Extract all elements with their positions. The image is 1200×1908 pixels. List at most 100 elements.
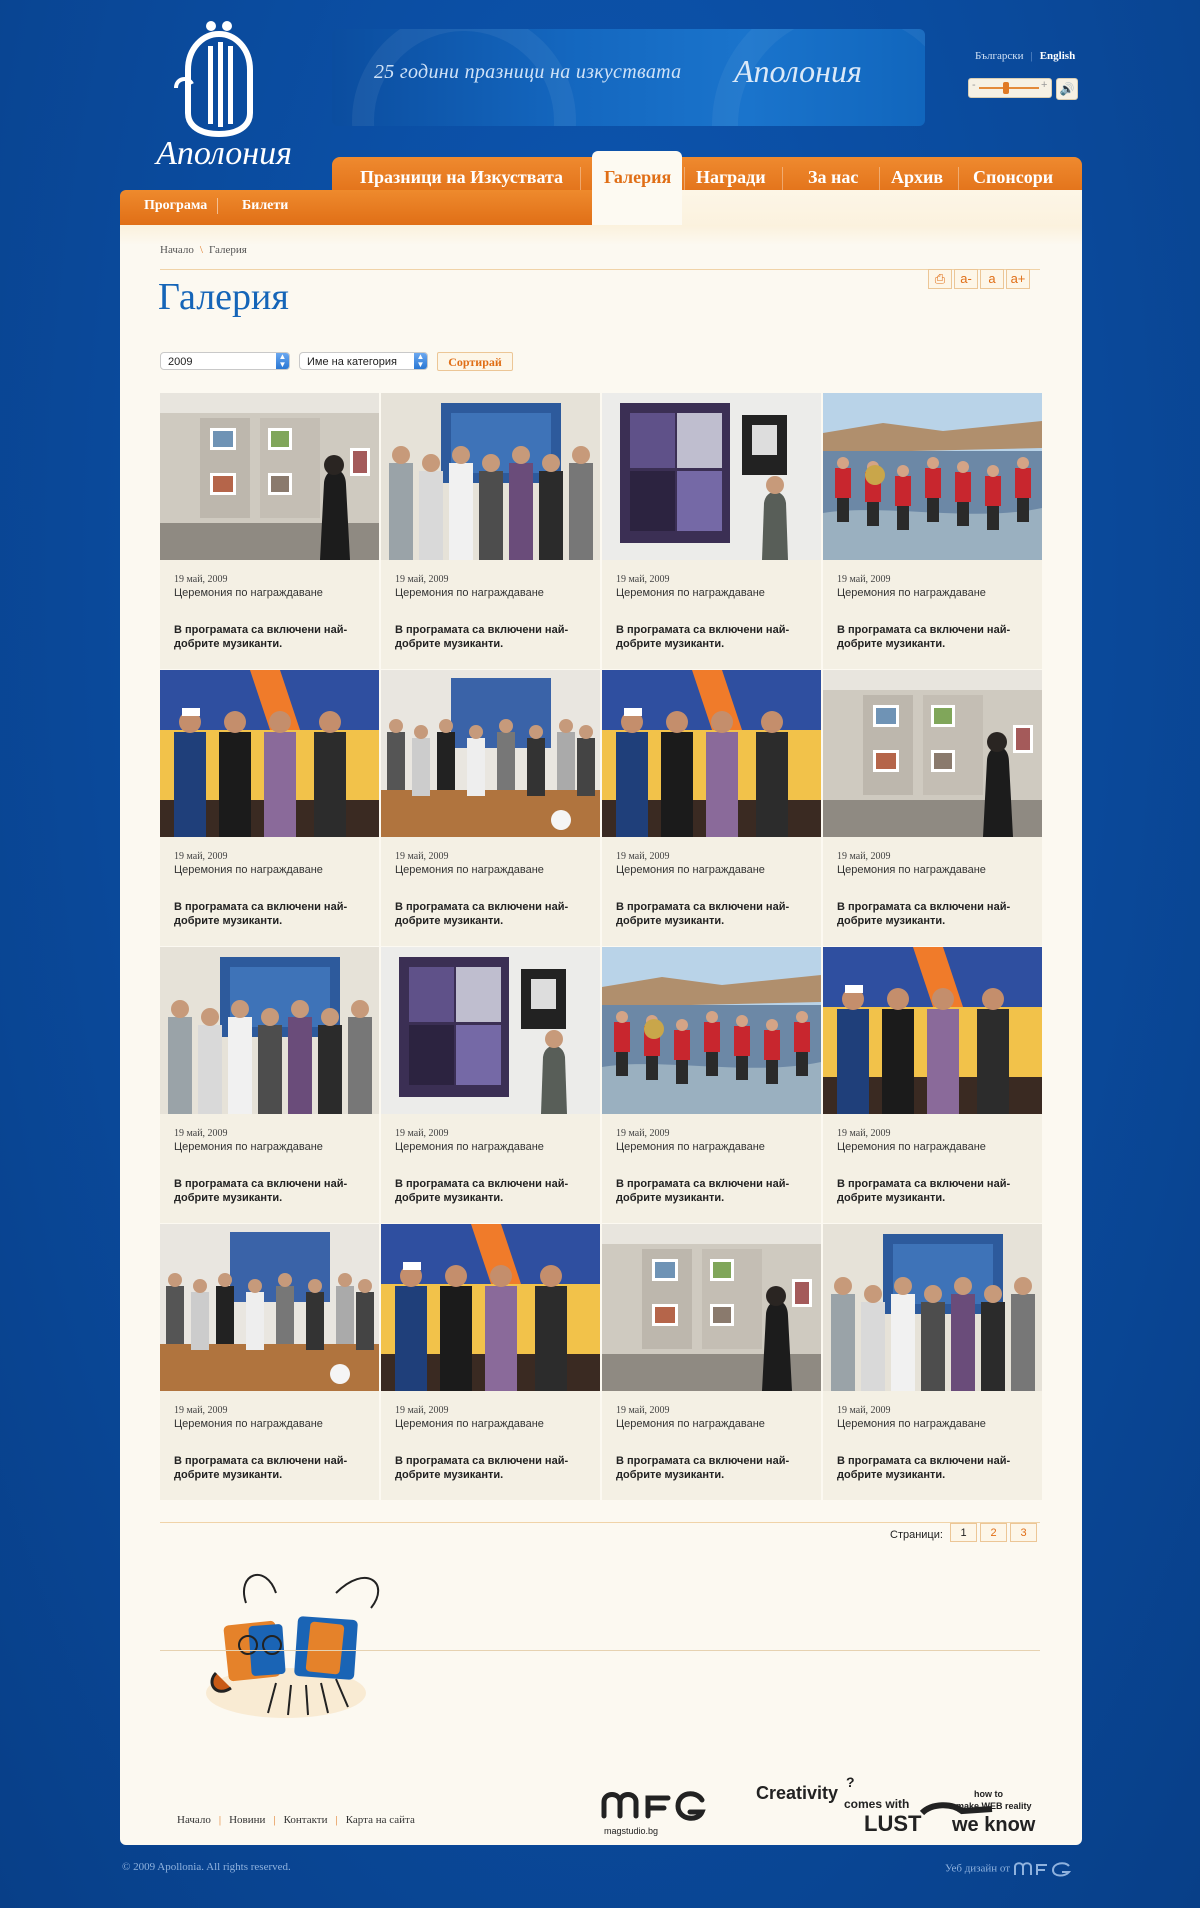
gallery-category[interactable]: Церемония по награждаване [616, 864, 765, 876]
gallery-category[interactable]: Церемония по награждаване [837, 864, 986, 876]
gallery-category[interactable]: Церемония по награждаване [174, 587, 323, 599]
gallery-card[interactable]: 19 май, 2009 Церемония по награждаване В п… [823, 947, 1042, 1223]
gallery-category[interactable]: Церемония по награждаване [837, 1418, 986, 1430]
gallery-card[interactable]: 19 май, 2009 Церемония по награждаване В п… [602, 1224, 821, 1500]
gallery-photo[interactable] [381, 393, 600, 560]
gallery-card[interactable]: 19 май, 2009 Церемония по награждаване В п… [823, 670, 1042, 946]
volume-control: - + 🔊 [968, 78, 1078, 100]
subnav-item-program[interactable]: Програма [144, 198, 207, 214]
gallery-card[interactable]: 19 май, 2009 Церемония по награждаване В п… [381, 947, 600, 1223]
nav-item-gallery[interactable]: Галерия [592, 151, 682, 226]
gallery-description: В програмата са включени най-добрите муз… [837, 901, 1011, 927]
font-larger-button[interactable]: a+ [1006, 269, 1030, 289]
gallery-photo[interactable] [823, 947, 1042, 1114]
footer-link-news[interactable]: Новини [221, 1814, 273, 1826]
gallery-card[interactable]: 19 май, 2009 Церемония по награждаване В п… [381, 670, 600, 946]
gallery-category[interactable]: Церемония по награждаване [837, 587, 986, 599]
webdesign-label: Уеб дизайн от [945, 1862, 1011, 1875]
page-1-button[interactable]: 1 [950, 1523, 977, 1542]
gallery-card[interactable]: 19 май, 2009 Церемония по награждаване В п… [602, 393, 821, 669]
nav-item-about[interactable]: За нас [808, 167, 858, 188]
speaker-icon[interactable]: 🔊 [1056, 78, 1078, 100]
gallery-photo[interactable] [823, 393, 1042, 560]
banner-text: 25 години празници на изкуствата [374, 61, 682, 83]
gallery-photo[interactable] [160, 393, 379, 560]
gallery-card[interactable]: 19 май, 2009 Церемония по награждаване В п… [160, 947, 379, 1223]
gallery-card[interactable]: 19 май, 2009 Церемония по награждаване В п… [381, 393, 600, 669]
gallery-category[interactable]: Церемония по награждаване [616, 1141, 765, 1153]
year-select-value: 2009 [168, 356, 193, 368]
slogan-we-know: we know [951, 1814, 1036, 1836]
nav-item-archive[interactable]: Архив [891, 167, 943, 188]
gallery-category[interactable]: Церемония по награждаване [395, 1141, 544, 1153]
webdesign-credit: Уеб дизайн от [945, 1861, 1073, 1877]
gallery-card[interactable]: 19 май, 2009 Церемония по награждаване В п… [381, 1224, 600, 1500]
gallery-description: В програмата са включени най-добрите муз… [395, 624, 569, 650]
gallery-category[interactable]: Церемония по награждаване [616, 1418, 765, 1430]
volume-slider[interactable]: - + [968, 78, 1052, 98]
gallery-category[interactable]: Церемония по награждаване [174, 864, 323, 876]
volume-knob[interactable] [1003, 82, 1009, 94]
pagination-label: Страници: [890, 1529, 943, 1541]
gallery-card[interactable]: 19 май, 2009 Церемония по награждаване В п… [823, 393, 1042, 669]
font-normal-button[interactable]: a [980, 269, 1004, 289]
gallery-description: В програмата са включени най-добрите муз… [616, 1178, 790, 1204]
apollonia-logo[interactable]: Аполония [118, 18, 330, 173]
gallery-card[interactable]: 19 май, 2009 Церемония по награждаване В п… [160, 1224, 379, 1500]
gallery-photo[interactable] [381, 1224, 600, 1391]
gallery-category[interactable]: Церемония по награждаване [395, 1418, 544, 1430]
breadcrumb: Начало \ Галерия [160, 244, 247, 256]
gallery-category[interactable]: Церемония по награждаване [174, 1418, 323, 1430]
breadcrumb-home[interactable]: Начало [160, 244, 194, 256]
nav-item-awards[interactable]: Награди [696, 167, 766, 188]
gallery-category[interactable]: Церемония по награждаване [616, 587, 765, 599]
lang-bulgarian[interactable]: Български [968, 50, 1031, 62]
gallery-photo[interactable] [381, 947, 600, 1114]
slogan-comes-with: comes with [844, 1797, 909, 1811]
gallery-date: 19 май, 2009 [174, 851, 228, 862]
subnav-item-tickets[interactable]: Билети [242, 198, 288, 214]
footer-link-contacts[interactable]: Контакти [276, 1814, 336, 1826]
print-icon[interactable]: ⎙ [928, 269, 952, 289]
page-3-button[interactable]: 3 [1010, 1523, 1037, 1542]
gallery-photo[interactable] [602, 670, 821, 837]
gallery-photo[interactable] [602, 1224, 821, 1391]
gallery-photo[interactable] [823, 1224, 1042, 1391]
font-smaller-button[interactable]: a- [954, 269, 978, 289]
content-panel: Начало \ Галерия ⎙ a- a a+ Галерия 2009 ▲ ▼… [120, 225, 1082, 1845]
svg-text:?: ? [846, 1774, 855, 1790]
gallery-category[interactable]: Церемония по награждаване [837, 1141, 986, 1153]
gallery-photo[interactable] [160, 670, 379, 837]
gallery-category[interactable]: Церемония по награждаване [395, 864, 544, 876]
anniversary-mascot [206, 1573, 380, 1718]
year-select[interactable]: 2009 ▲ ▼ [160, 352, 290, 370]
gallery-photo[interactable] [160, 947, 379, 1114]
gallery-card[interactable]: 19 май, 2009 Церемония по награждаване В п… [602, 670, 821, 946]
page-2-button[interactable]: 2 [980, 1523, 1007, 1542]
gallery-card[interactable]: 19 май, 2009 Церемония по награждаване В п… [160, 670, 379, 946]
gallery-category[interactable]: Церемония по награждаване [174, 1141, 323, 1153]
gallery-photo[interactable] [160, 1224, 379, 1391]
gallery-photo[interactable] [823, 670, 1042, 837]
footer-links: Начало | Новини | Контакти | Карта на сайта [169, 1814, 423, 1826]
slogan-make-web: make WEB reality [956, 1801, 1032, 1811]
gallery-photo[interactable] [602, 393, 821, 560]
gallery-card[interactable]: 19 май, 2009 Церемония по награждаване В п… [823, 1224, 1042, 1500]
footer-link-home[interactable]: Начало [169, 1814, 219, 1826]
magstudio-logo[interactable]: magstudio.bg [598, 1780, 710, 1840]
gallery-date: 19 май, 2009 [395, 1405, 449, 1416]
nav-item-sponsors[interactable]: Спонсори [973, 167, 1053, 188]
gallery-description: В програмата са включени най-добрите муз… [837, 1455, 1011, 1481]
category-select[interactable]: Име на категория ▲ ▼ [299, 352, 428, 370]
gallery-card[interactable]: 19 май, 2009 Церемония по награждаване В п… [160, 393, 379, 669]
gallery-photo[interactable] [602, 947, 821, 1114]
footer-link-sitemap[interactable]: Карта на сайта [338, 1814, 423, 1826]
lang-english[interactable]: English [1033, 50, 1082, 62]
gallery-photo[interactable] [381, 670, 600, 837]
gallery-category[interactable]: Церемония по награждаване [395, 587, 544, 599]
nav-item-festivals[interactable]: Празници на Изкуствата [360, 167, 563, 188]
slogan-lust: LUST [864, 1811, 922, 1836]
mag-small-logo[interactable] [1013, 1861, 1073, 1877]
sort-button[interactable]: Сортирай [437, 352, 513, 371]
gallery-card[interactable]: 19 май, 2009 Церемония по награждаване В п… [602, 947, 821, 1223]
